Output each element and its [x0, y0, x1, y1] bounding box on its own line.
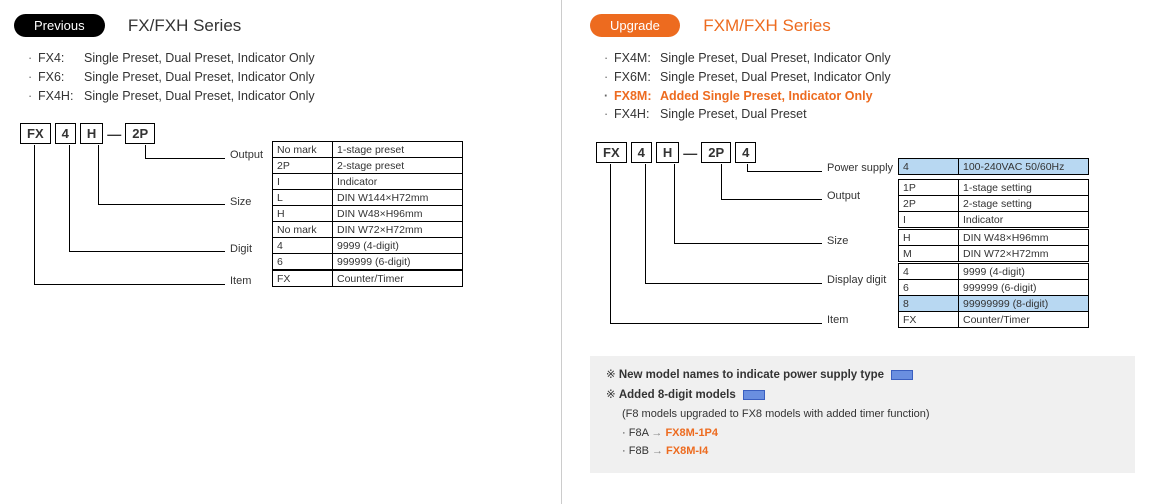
chain-item: 4	[631, 142, 652, 163]
upgrade-title: FXM/FXH Series	[703, 16, 831, 36]
chain-item: FX	[596, 142, 627, 163]
item-table: FXCounter/Timer	[272, 270, 463, 287]
list-item: ·FX6:Single Preset, Dual Preset, Indicat…	[28, 68, 543, 87]
note-2-sub: (F8 models upgraded to FX8 models with a…	[622, 405, 1119, 424]
digit-label: Digit	[230, 243, 252, 255]
chain-item: 4	[735, 142, 756, 163]
previous-panel: Previous FX/FXH Series ·FX4:Single Prese…	[0, 0, 562, 504]
chain-item: FX	[20, 123, 51, 144]
chain-item: 2P	[701, 142, 731, 163]
swatch-icon	[891, 370, 913, 380]
item-table: FXCounter/Timer	[898, 311, 1089, 328]
chain-dash: —	[683, 145, 697, 161]
item-label: Item	[230, 275, 251, 287]
model-map-row: · F8A → FX8M-1P4	[622, 424, 1119, 443]
previous-title: FX/FXH Series	[128, 16, 241, 36]
previous-badge: Previous	[14, 14, 105, 37]
size-label: Size	[827, 235, 848, 247]
chain-item: 2P	[125, 123, 155, 144]
list-item-highlight: ·FX8M:Added Single Preset, Indicator Onl…	[604, 87, 1135, 106]
model-chain: FX 4 H — 2P 4	[596, 142, 756, 163]
model-map-row: · F8B → FX8M-I4	[622, 442, 1119, 461]
upgrade-bullet-list: ·FX4M:Single Preset, Dual Preset, Indica…	[604, 49, 1135, 124]
notes-box: ※ New model names to indicate power supp…	[590, 356, 1135, 473]
chain-dash: —	[107, 126, 121, 142]
list-item: ·FX4M:Single Preset, Dual Preset, Indica…	[604, 49, 1135, 68]
chain-item: 4	[55, 123, 76, 144]
model-chain: FX 4 H — 2P	[20, 123, 155, 144]
upgrade-badge: Upgrade	[590, 14, 680, 37]
power-table: 4100-240VAC 50/60Hz	[898, 158, 1089, 175]
chain-item: H	[656, 142, 679, 163]
size-label: Size	[230, 196, 251, 208]
previous-bullet-list: ·FX4:Single Preset, Dual Preset, Indicat…	[28, 49, 543, 105]
digit-table: 49999 (4-digit) 6999999 (6-digit)	[272, 237, 463, 270]
note-1: New model names to indicate power supply…	[619, 369, 884, 381]
size-table: HDIN W48×H96mm MDIN W72×H72mm	[898, 229, 1089, 262]
list-item: ·FX4:Single Preset, Dual Preset, Indicat…	[28, 49, 543, 68]
output-table: 1P1-stage setting 2P2-stage setting IInd…	[898, 179, 1089, 228]
output-label: Output	[827, 190, 860, 202]
list-item: ·FX4H:Single Preset, Dual Preset	[604, 105, 1135, 124]
list-item: ·FX4H:Single Preset, Dual Preset, Indica…	[28, 87, 543, 106]
upgrade-panel: Upgrade FXM/FXH Series ·FX4M:Single Pres…	[562, 0, 1149, 504]
output-table: No mark1-stage preset 2P2-stage preset I…	[272, 141, 463, 190]
power-label: Power supply	[827, 162, 893, 174]
output-label: Output	[230, 149, 263, 161]
digit-table: 49999 (4-digit) 6999999 (6-digit) 899999…	[898, 263, 1089, 312]
chain-item: H	[80, 123, 103, 144]
previous-diagram: FX 4 H — 2P Output Size Digit Item No ma…	[14, 123, 543, 313]
swatch-icon	[743, 390, 765, 400]
digit-label: Display digit	[827, 274, 886, 286]
size-table: LDIN W144×H72mm HDIN W48×H96mm No markDI…	[272, 189, 463, 238]
list-item: ·FX6M:Single Preset, Dual Preset, Indica…	[604, 68, 1135, 87]
item-label: Item	[827, 314, 848, 326]
upgrade-diagram: FX 4 H — 2P 4 Power supply Output Size D…	[590, 142, 1135, 342]
note-2: Added 8-digit models	[619, 389, 736, 401]
